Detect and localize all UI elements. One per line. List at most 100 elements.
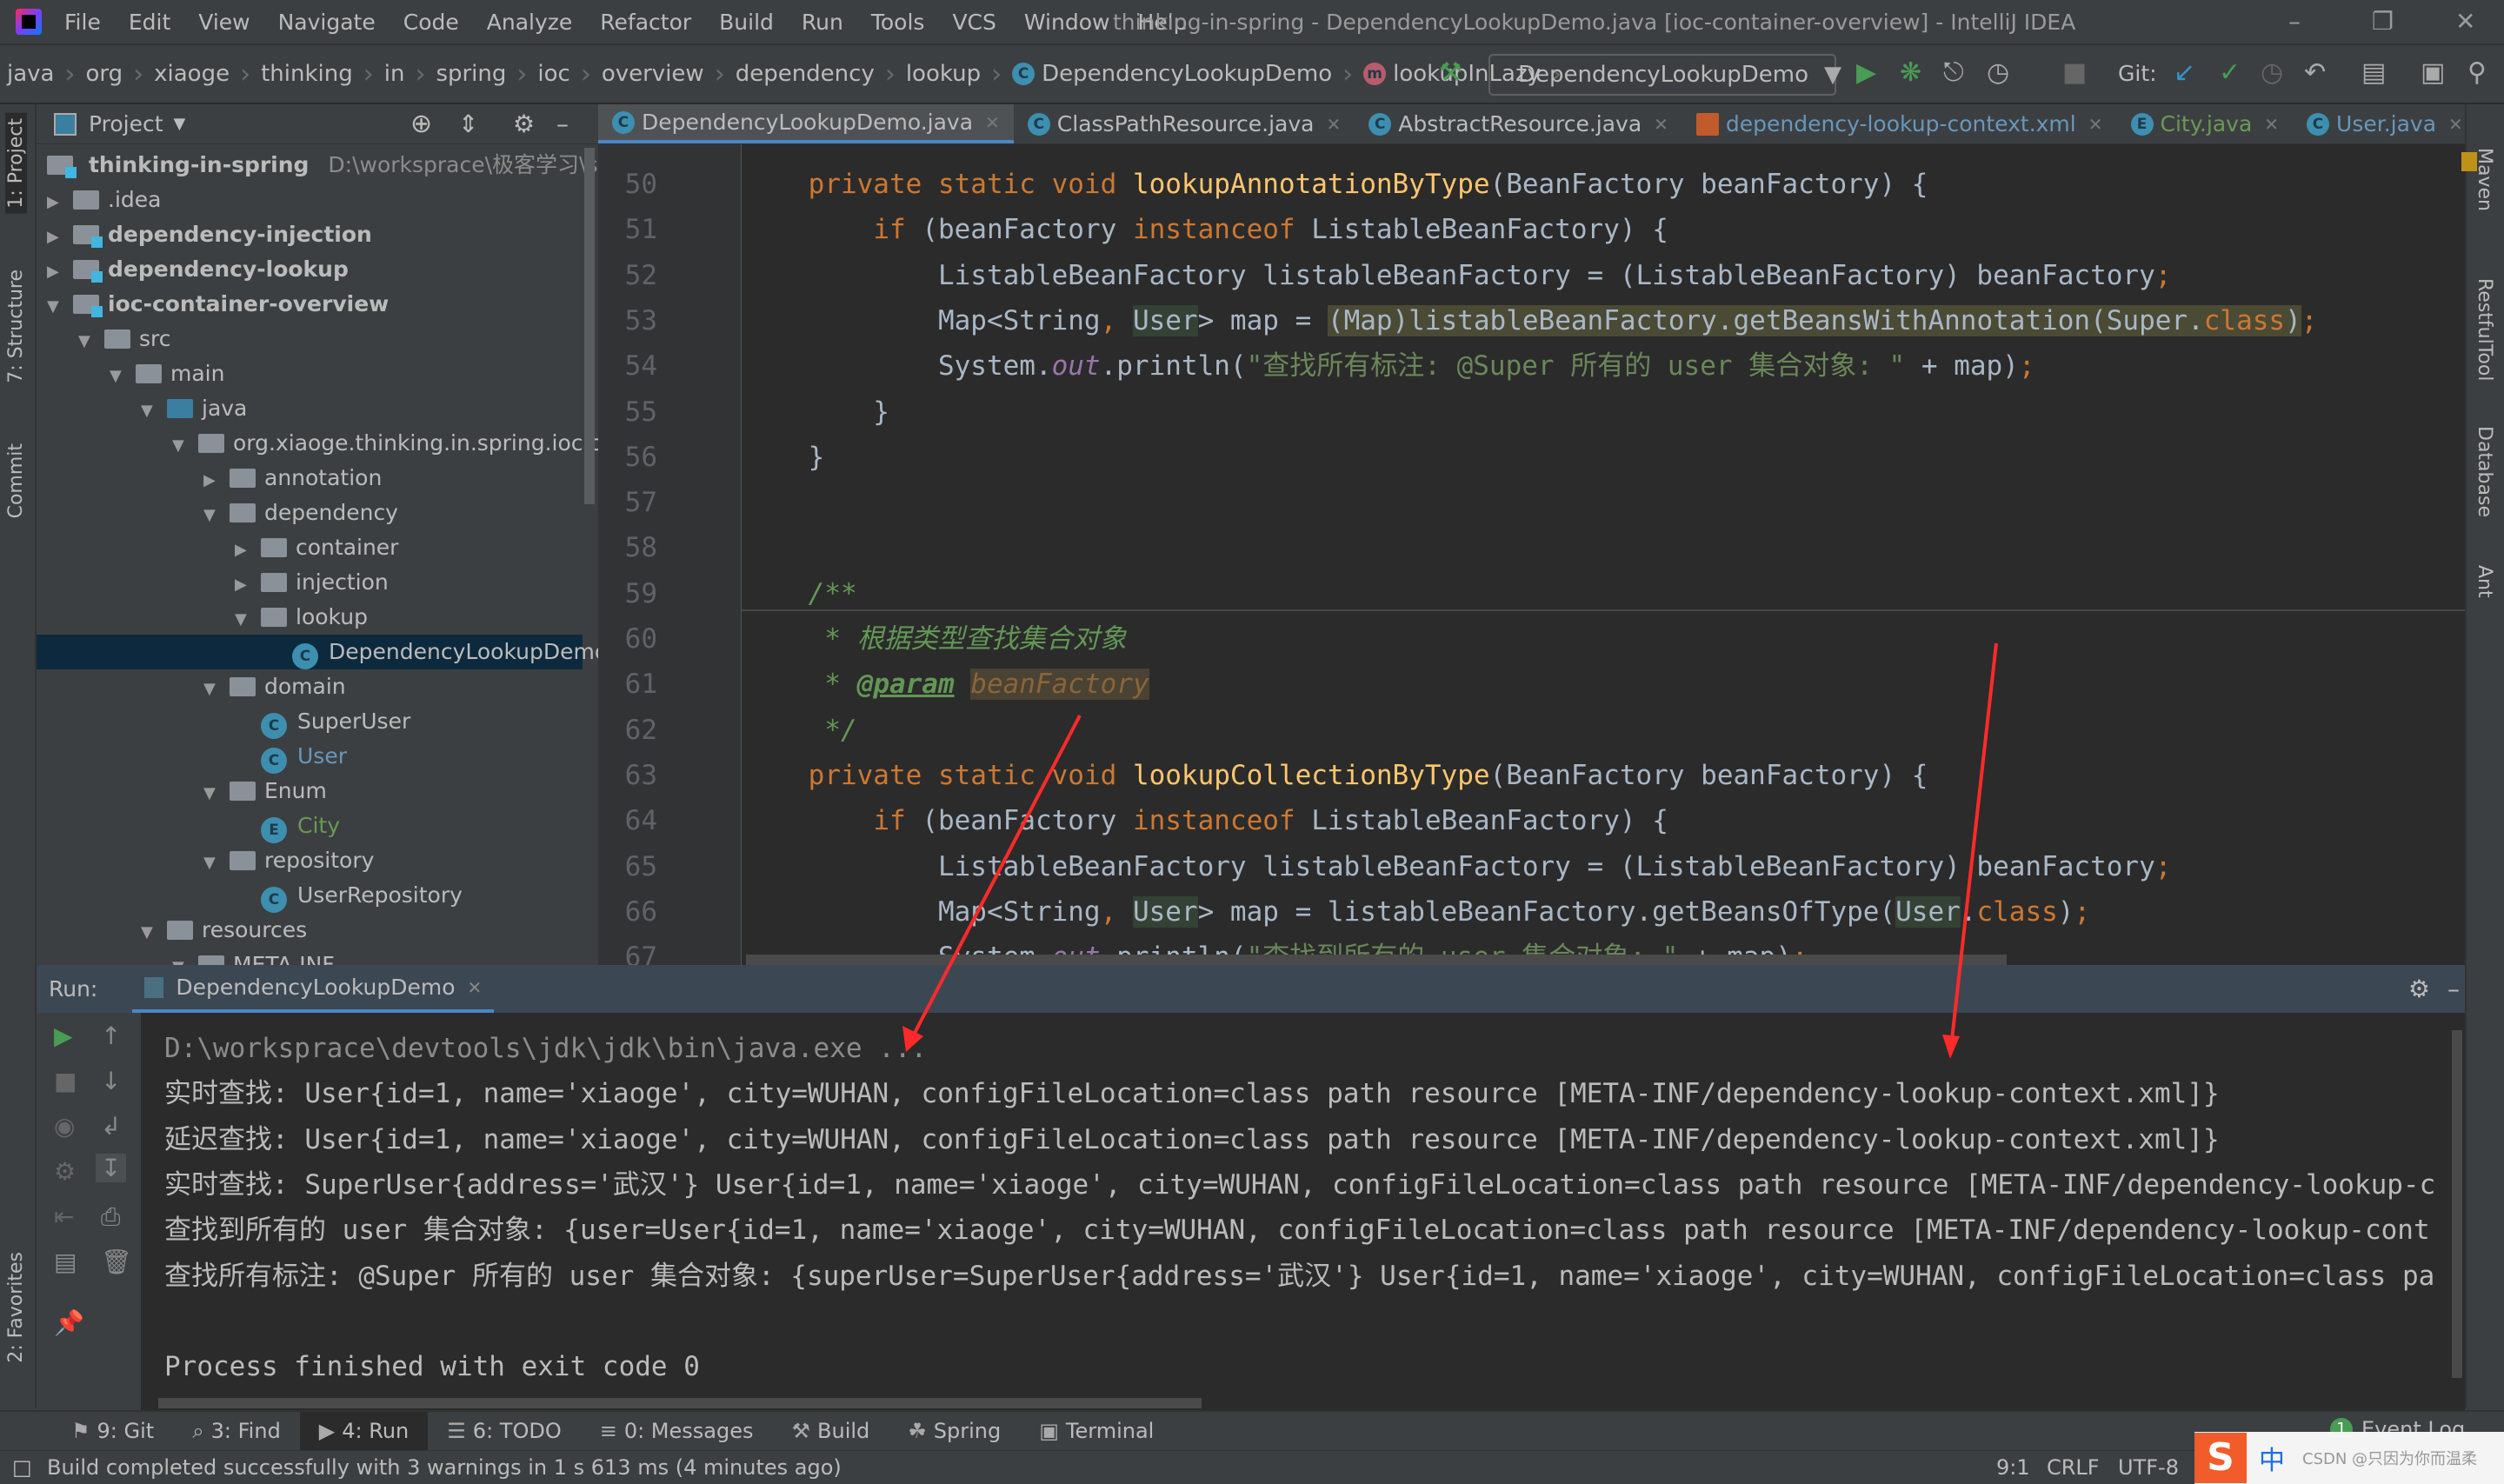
breadcrumb-item[interactable]: lookup (906, 59, 1012, 90)
minimize-icon[interactable]: – (2288, 7, 2301, 36)
tool-window-messages[interactable]: ≡ 0: Messages (581, 1412, 773, 1450)
close-tab-icon[interactable]: ✕ (2448, 114, 2463, 135)
tool-window-commit[interactable]: Commit (5, 443, 27, 518)
search-icon[interactable]: ⚲ (2467, 57, 2487, 88)
menu-edit[interactable]: Edit (129, 10, 170, 35)
collapsed-arrow-icon[interactable]: ▶ (47, 185, 73, 220)
breadcrumb-item[interactable]: xiaoge (154, 59, 261, 90)
tree-item[interactable]: ▼ Enum (203, 774, 327, 809)
menu-navigate[interactable]: Navigate (278, 10, 376, 35)
tree-item[interactable]: ▶ .idea (47, 183, 161, 217)
breadcrumb-item[interactable]: spring (436, 59, 537, 90)
tree-item[interactable]: ▶ container (235, 530, 398, 565)
expanded-arrow-icon[interactable]: ▼ (235, 602, 261, 637)
editor-tab[interactable]: C DependencyLookupDemo.java ✕ (598, 104, 1014, 143)
tree-item[interactable]: ▼ dependency (203, 496, 398, 530)
status-message[interactable]: Build completed successfully with 3 warn… (47, 1455, 842, 1480)
collapsed-arrow-icon[interactable]: ▶ (203, 463, 230, 498)
tree-item[interactable]: ▼ java (141, 391, 247, 426)
warning-marker-icon[interactable] (2461, 152, 2477, 171)
expanded-arrow-icon[interactable]: ▼ (203, 846, 230, 881)
scroll-down-icon[interactable]: ↓ (101, 1067, 121, 1095)
caret-position[interactable]: 9:1 (1996, 1455, 2030, 1480)
rerun-icon[interactable]: ▶ (54, 1021, 73, 1050)
file-encoding[interactable]: UTF-8 (2118, 1455, 2179, 1480)
line-separator[interactable]: CRLF (2047, 1455, 2100, 1480)
breadcrumb-item[interactable]: overview (602, 59, 736, 90)
tree-item[interactable]: ▼ resources (141, 913, 307, 948)
breadcrumb-item[interactable]: org (85, 59, 154, 90)
git-commit-icon[interactable]: ✓ (2219, 57, 2241, 88)
expanded-arrow-icon[interactable]: ▼ (172, 429, 198, 463)
breadcrumb-item[interactable]: dependency (736, 59, 906, 90)
collapse-all-icon[interactable]: ⇕ (458, 110, 478, 138)
menu-analyze[interactable]: Analyze (487, 10, 573, 35)
run-anything-icon[interactable]: ▣ (2421, 57, 2445, 88)
close-tab-icon[interactable]: ✕ (985, 112, 1000, 133)
menu-build[interactable]: Build (719, 10, 774, 35)
exit-icon[interactable]: ⇤ (54, 1202, 74, 1231)
editor-tab[interactable]: C User.java ✕ (2293, 104, 2477, 143)
stop-icon[interactable]: ■ (54, 1067, 77, 1095)
run-tab[interactable]: DependencyLookupDemo ✕ (132, 965, 495, 1013)
tree-item[interactable]: C SuperUser (235, 704, 410, 739)
breadcrumb-item[interactable]: C DependencyLookupDemo (1012, 59, 1363, 90)
git-update-icon[interactable]: ↙ (2174, 57, 2195, 88)
ime-mode[interactable]: 中 (2259, 1439, 2285, 1477)
expanded-arrow-icon[interactable]: ▼ (47, 289, 73, 324)
run-icon[interactable]: ▶ (1856, 57, 1876, 88)
editor-tab[interactable]: C ClassPathResource.java ✕ (1014, 104, 1355, 143)
breadcrumb-item[interactable]: ioc (537, 59, 601, 90)
tool-window-find[interactable]: ⌕ 3: Find (173, 1412, 300, 1450)
editor-tab[interactable]: dependency-lookup-context.xml ✕ (1682, 104, 2117, 143)
gear-icon[interactable]: ⚙ (2408, 975, 2430, 1003)
menu-run[interactable]: Run (802, 10, 843, 35)
menu-view[interactable]: View (198, 10, 250, 35)
gear-icon[interactable]: ⚙ (513, 110, 535, 138)
tool-window-spring[interactable]: ☘ Spring (889, 1412, 1020, 1450)
close-icon[interactable]: ✕ (2455, 7, 2475, 36)
tool-window-restfultool[interactable]: RestfulTool (2474, 278, 2495, 381)
menu-tools[interactable]: Tools (871, 10, 925, 35)
tree-item[interactable]: ▼ org.xiaoge.thinking.in.spring.ioc.over (172, 426, 638, 461)
expanded-arrow-icon[interactable]: ▼ (203, 498, 230, 533)
tree-item[interactable]: ▼ main (110, 356, 224, 391)
menu-refactor[interactable]: Refactor (600, 10, 691, 35)
close-tab-icon[interactable]: ✕ (2088, 114, 2103, 135)
hide-icon[interactable]: – (556, 110, 569, 138)
editor-tab[interactable]: C AbstractResource.java ✕ (1355, 104, 1682, 143)
collapsed-arrow-icon[interactable]: ▶ (235, 568, 261, 602)
tree-item[interactable]: C DependencyLookupDemo (37, 635, 608, 669)
breadcrumb-item[interactable]: thinking (261, 59, 384, 90)
print-icon[interactable]: ⎙ (101, 1202, 120, 1232)
run-configuration-select[interactable]: DependencyLookupDemo ▼ (1488, 54, 1841, 96)
tree-item[interactable]: ▼ domain (203, 669, 346, 704)
expanded-arrow-icon[interactable]: ▼ (78, 324, 104, 359)
breadcrumb-item[interactable]: in (384, 59, 436, 90)
hide-icon[interactable]: – (2447, 975, 2460, 1003)
locate-icon[interactable]: ⊕ (410, 109, 432, 139)
history-icon[interactable]: ◷ (2261, 57, 2283, 88)
trash-icon[interactable]: 🗑 (101, 1248, 132, 1276)
expanded-arrow-icon[interactable]: ▼ (110, 359, 136, 394)
tree-item[interactable]: C UserRepository (235, 878, 463, 913)
debug-icon[interactable]: ❋ (1900, 57, 1921, 88)
expanded-arrow-icon[interactable]: ▼ (203, 672, 230, 707)
tree-item[interactable]: ▼ repository (203, 843, 374, 878)
tree-item[interactable]: ▶ injection (235, 565, 389, 600)
coverage-icon[interactable]: ⎋ (1943, 57, 1964, 88)
expanded-arrow-icon[interactable]: ▼ (141, 394, 167, 429)
build-hammer-icon[interactable]: ⚒ (1439, 57, 1462, 88)
soft-wrap-icon[interactable]: ↲ (101, 1112, 121, 1141)
project-structure-icon[interactable]: ▤ (2361, 57, 2386, 88)
expanded-arrow-icon[interactable]: ▼ (141, 915, 167, 950)
close-tab-icon[interactable]: ✕ (1654, 114, 1668, 135)
tool-window-project[interactable]: 1: Project (5, 113, 27, 214)
tree-scrollbar[interactable] (584, 148, 595, 504)
settings-icon[interactable]: ⚙ (54, 1157, 76, 1186)
expanded-arrow-icon[interactable]: ▼ (203, 776, 230, 811)
close-tab-icon[interactable]: ✕ (2264, 114, 2279, 135)
pin-icon[interactable]: 📌 (54, 1308, 84, 1337)
code-area[interactable]: 50 private static void lookupAnnotationB… (598, 144, 2465, 965)
tool-window-favorites[interactable]: 2: Favorites (5, 1252, 27, 1363)
